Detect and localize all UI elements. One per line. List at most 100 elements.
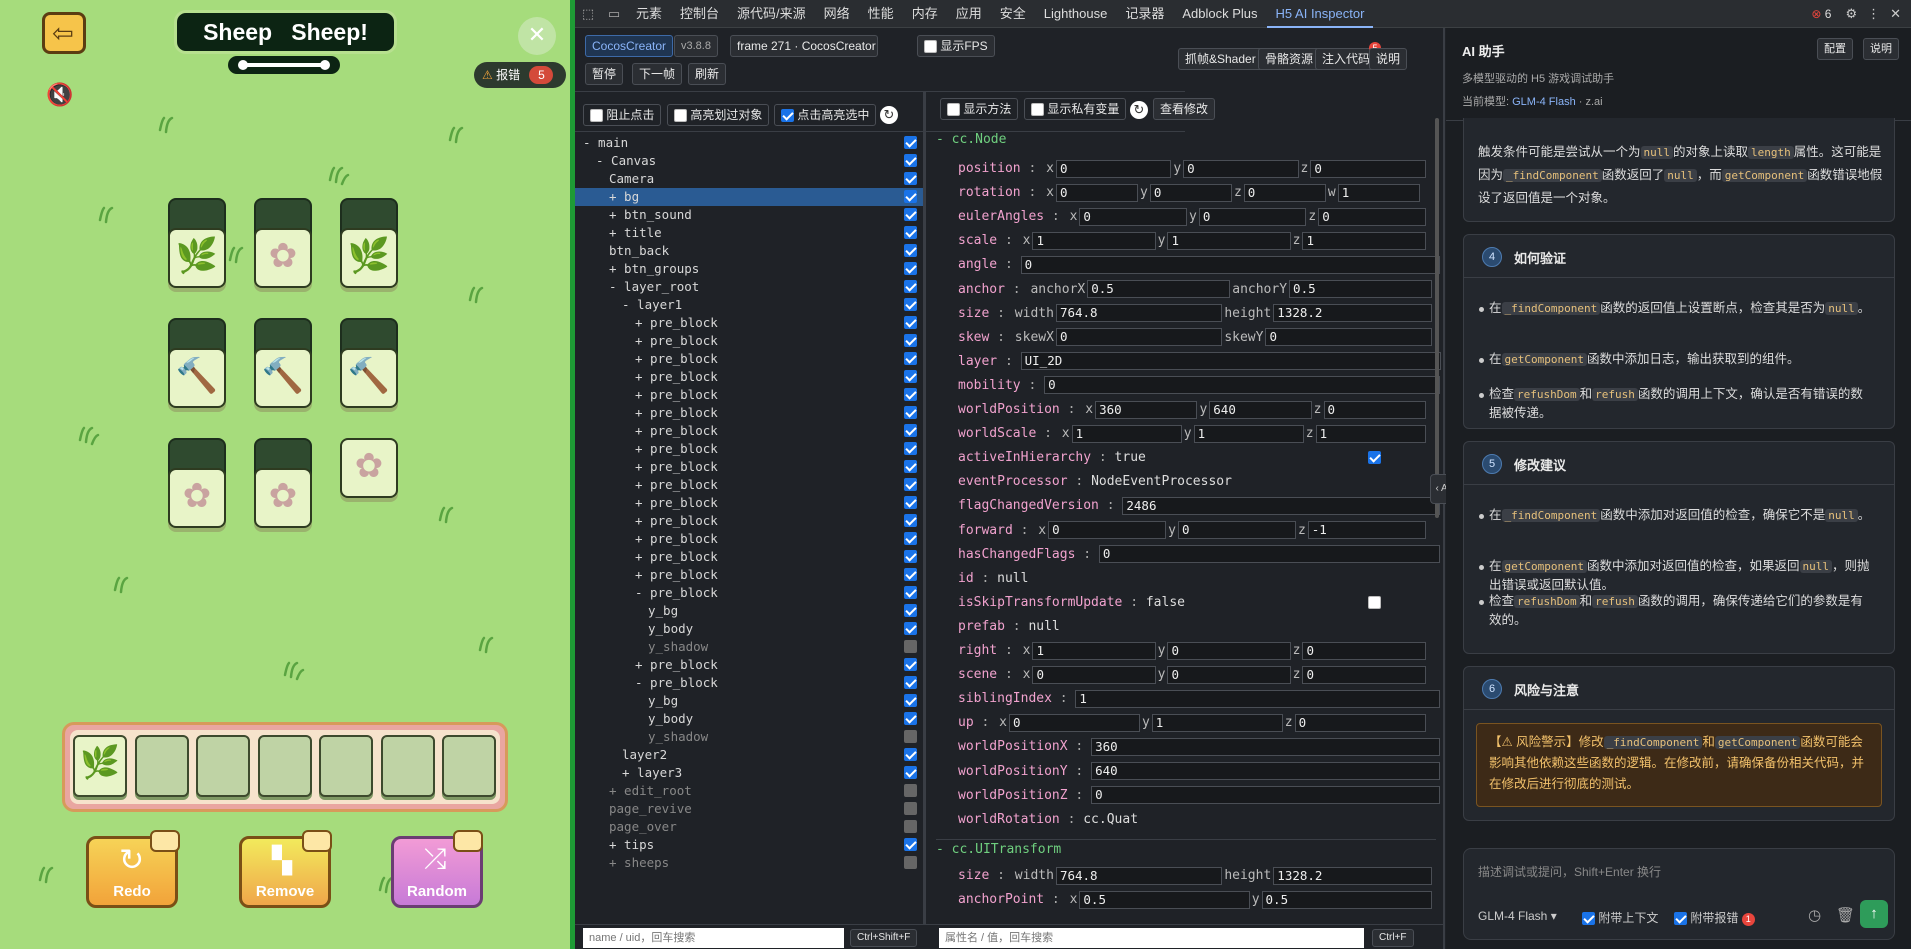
node-visible-checkbox[interactable] <box>904 514 917 527</box>
tree-node[interactable]: + pre_block <box>575 314 923 332</box>
tree-node[interactable]: + pre_block <box>575 548 923 566</box>
tree-node[interactable]: y_shadow <box>575 638 923 656</box>
tree-node[interactable]: y_body <box>575 620 923 638</box>
highlight-select-toggle[interactable]: 点击高亮选中 <box>774 104 877 126</box>
prop-value-input[interactable]: 0 <box>1198 207 1307 226</box>
prop-value-input[interactable]: 1 <box>1315 424 1426 443</box>
node-visible-checkbox[interactable] <box>904 442 917 455</box>
node-visible-checkbox[interactable] <box>904 388 917 401</box>
prop-value-input[interactable]: 0 <box>1167 665 1291 684</box>
node-visible-checkbox[interactable] <box>904 586 917 599</box>
prop-value-input[interactable]: 0 <box>1048 521 1167 539</box>
prop-checkbox[interactable] <box>1368 451 1381 465</box>
node-visible-checkbox[interactable] <box>904 172 917 185</box>
node-visible-checkbox[interactable] <box>904 298 917 311</box>
ai-config-button[interactable]: 配置 <box>1817 38 1853 60</box>
help-button[interactable]: 说明 <box>1369 48 1408 70</box>
node-visible-checkbox[interactable] <box>904 856 917 869</box>
prop-value-input[interactable]: 0 <box>1167 641 1291 660</box>
devtools-tab[interactable]: 网络 <box>815 0 859 28</box>
close-button[interactable]: ✕ <box>518 17 556 55</box>
error-badge[interactable]: ⚠ 报错 5 <box>474 62 566 88</box>
prop-value-input[interactable]: 0 <box>1091 786 1440 805</box>
devtools-tab[interactable]: 元素 <box>627 0 671 28</box>
prop-value-input[interactable]: 0 <box>1310 159 1426 178</box>
node-visible-checkbox[interactable] <box>904 838 917 851</box>
prop-value-input[interactable]: -1 <box>1307 521 1426 539</box>
prop-value-input[interactable]: 0 <box>1055 328 1223 347</box>
show-fps-toggle[interactable]: 显示FPS <box>917 35 995 57</box>
prop-value-input[interactable]: 1 <box>1167 231 1291 250</box>
tree-node[interactable]: y_body <box>575 710 923 728</box>
bone-assets-button[interactable]: 骨骼资源 <box>1258 48 1321 70</box>
tree-node[interactable]: + pre_block <box>575 368 923 386</box>
prop-value-input[interactable]: 640 <box>1091 762 1440 780</box>
game-tile[interactable]: 🔨 <box>254 348 312 408</box>
show-methods-toggle[interactable]: 显示方法 <box>940 98 1019 120</box>
devtools-tab[interactable]: Adblock Plus <box>1173 0 1266 28</box>
device-icon[interactable]: ▭ <box>601 6 627 22</box>
tree-node[interactable]: + title <box>575 224 923 242</box>
tree-node[interactable]: + pre_block <box>575 458 923 476</box>
node-visible-checkbox[interactable] <box>904 748 917 761</box>
node-visible-checkbox[interactable] <box>904 280 917 293</box>
prop-value-input[interactable]: 1 <box>1337 183 1420 202</box>
game-tile[interactable]: ✿ <box>254 228 312 288</box>
frame-select[interactable]: frame 271 · CocosCreator · www <box>730 35 878 57</box>
show-private-toggle[interactable]: 显示私有变量 <box>1024 98 1127 120</box>
prop-value-input[interactable]: 0 <box>1177 521 1296 539</box>
next-frame-button[interactable]: 下一帧 <box>632 63 683 85</box>
game-canvas[interactable]: ⇦ Sheep Sheep! ✕ ⚠ 报错 5 🔇 🌿 ✿ 🌿 🔨 🔨 🔨 ✿ ✿ ✿ 🌿 ↻ … <box>0 0 570 949</box>
tree-node[interactable]: + pre_block <box>575 422 923 440</box>
prop-value-input[interactable]: 0 <box>1032 665 1156 684</box>
devtools-tab[interactable]: 控制台 <box>671 0 728 28</box>
prop-value-input[interactable]: 764.8 <box>1055 304 1223 323</box>
node-visible-checkbox[interactable] <box>904 640 917 653</box>
prop-scrollbar[interactable] <box>1435 118 1439 518</box>
game-tile[interactable]: ✿ <box>254 468 312 528</box>
attach-context-toggle[interactable]: 附带上下文 <box>1582 909 1658 926</box>
tree-node[interactable]: + pre_block <box>575 530 923 548</box>
node-visible-checkbox[interactable] <box>904 370 917 383</box>
prop-value-input[interactable]: 0 <box>1323 400 1426 419</box>
tree-node[interactable]: + pre_block <box>575 566 923 584</box>
prop-value-input[interactable]: 0 <box>1079 207 1187 226</box>
node-visible-checkbox[interactable] <box>904 136 917 149</box>
node-visible-checkbox[interactable] <box>904 712 917 725</box>
history-icon[interactable]: ◷ <box>1808 906 1821 924</box>
tree-node[interactable]: - Canvas <box>575 152 923 170</box>
prop-value-input[interactable]: 0.5 <box>1087 280 1231 298</box>
layer-select[interactable]: UI_2D <box>1020 352 1441 371</box>
node-visible-checkbox[interactable] <box>904 460 917 473</box>
node-visible-checkbox[interactable] <box>904 190 917 203</box>
error-counter[interactable]: ⊗ 6 <box>1811 7 1831 21</box>
node-visible-checkbox[interactable] <box>904 154 917 167</box>
close-icon[interactable]: ✕ <box>1890 6 1901 22</box>
devtools-tab[interactable]: 安全 <box>991 0 1035 28</box>
highlight-pass-toggle[interactable]: 高亮划过对象 <box>667 104 770 126</box>
prop-value-input[interactable]: 0 <box>1149 183 1232 202</box>
node-visible-checkbox[interactable] <box>904 352 917 365</box>
prop-value-input[interactable]: 764.8 <box>1055 866 1223 885</box>
devtools-tab[interactable]: 记录器 <box>1116 0 1173 28</box>
tree-node[interactable]: + bg <box>575 188 923 206</box>
inject-code-button[interactable]: 注入代码5 <box>1315 42 1382 70</box>
tree-node[interactable]: - layer1 <box>575 296 923 314</box>
tree-node[interactable]: + pre_block <box>575 656 923 674</box>
prop-value-input[interactable]: 360 <box>1095 400 1198 419</box>
node-visible-checkbox[interactable] <box>904 622 917 635</box>
prop-search-input[interactable] <box>939 928 1364 948</box>
prop-value-input[interactable]: 1 <box>1151 713 1283 732</box>
tree-node[interactable]: + pre_block <box>575 332 923 350</box>
prop-value-input[interactable]: 360 <box>1091 737 1440 756</box>
prop-value-input[interactable]: 0 <box>1055 183 1139 202</box>
node-visible-checkbox[interactable] <box>904 766 917 779</box>
node-visible-checkbox[interactable] <box>904 262 917 275</box>
prop-checkbox[interactable] <box>1368 595 1381 609</box>
prop-value-input[interactable]: 0 <box>1008 713 1140 732</box>
tree-node[interactable]: - pre_block <box>575 674 923 692</box>
node-visible-checkbox[interactable] <box>904 406 917 419</box>
attach-error-toggle[interactable]: 附带报错 1 <box>1674 909 1755 926</box>
game-tile[interactable]: 🔨 <box>340 348 398 408</box>
node-visible-checkbox[interactable] <box>904 604 917 617</box>
